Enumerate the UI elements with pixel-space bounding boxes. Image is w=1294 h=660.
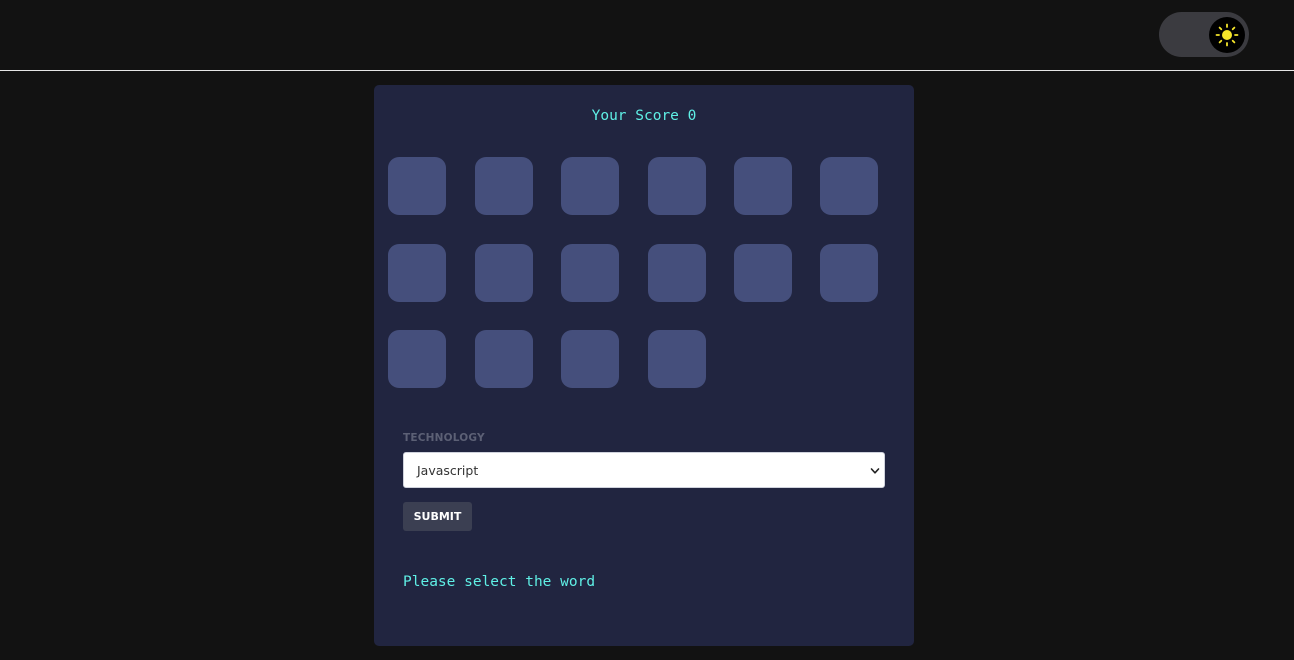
letter-tile[interactable]	[388, 157, 446, 215]
letter-tile[interactable]	[475, 157, 533, 215]
letter-tile[interactable]	[561, 244, 619, 302]
technology-label: TECHNOLOGY	[403, 432, 485, 444]
letter-tile[interactable]	[820, 244, 878, 302]
letter-tile[interactable]	[648, 330, 706, 388]
letter-tile[interactable]	[820, 157, 878, 215]
letter-tile[interactable]	[388, 244, 446, 302]
letter-tile[interactable]	[475, 330, 533, 388]
letter-tile[interactable]	[561, 330, 619, 388]
letter-tile[interactable]	[561, 157, 619, 215]
sun-icon	[1215, 23, 1239, 47]
letter-tile[interactable]	[648, 157, 706, 215]
top-bar	[0, 0, 1294, 71]
chevron-down-icon	[870, 468, 880, 474]
submit-button[interactable]: SUBMIT	[403, 502, 472, 531]
toggle-knob	[1209, 17, 1245, 53]
technology-select[interactable]: Javascript	[403, 452, 885, 488]
letter-tile[interactable]	[388, 330, 446, 388]
letter-tile[interactable]	[475, 244, 533, 302]
letter-tile[interactable]	[734, 157, 792, 215]
theme-toggle[interactable]	[1159, 12, 1249, 57]
letter-tile[interactable]	[648, 244, 706, 302]
score-display: Your Score 0	[591, 108, 697, 124]
status-message: Please select the word	[403, 574, 596, 590]
letter-tile[interactable]	[734, 244, 792, 302]
game-card: Your Score 0 TECHNOLOGY Javascript SUBMI…	[374, 85, 914, 646]
technology-select-value: Javascript	[417, 463, 479, 478]
